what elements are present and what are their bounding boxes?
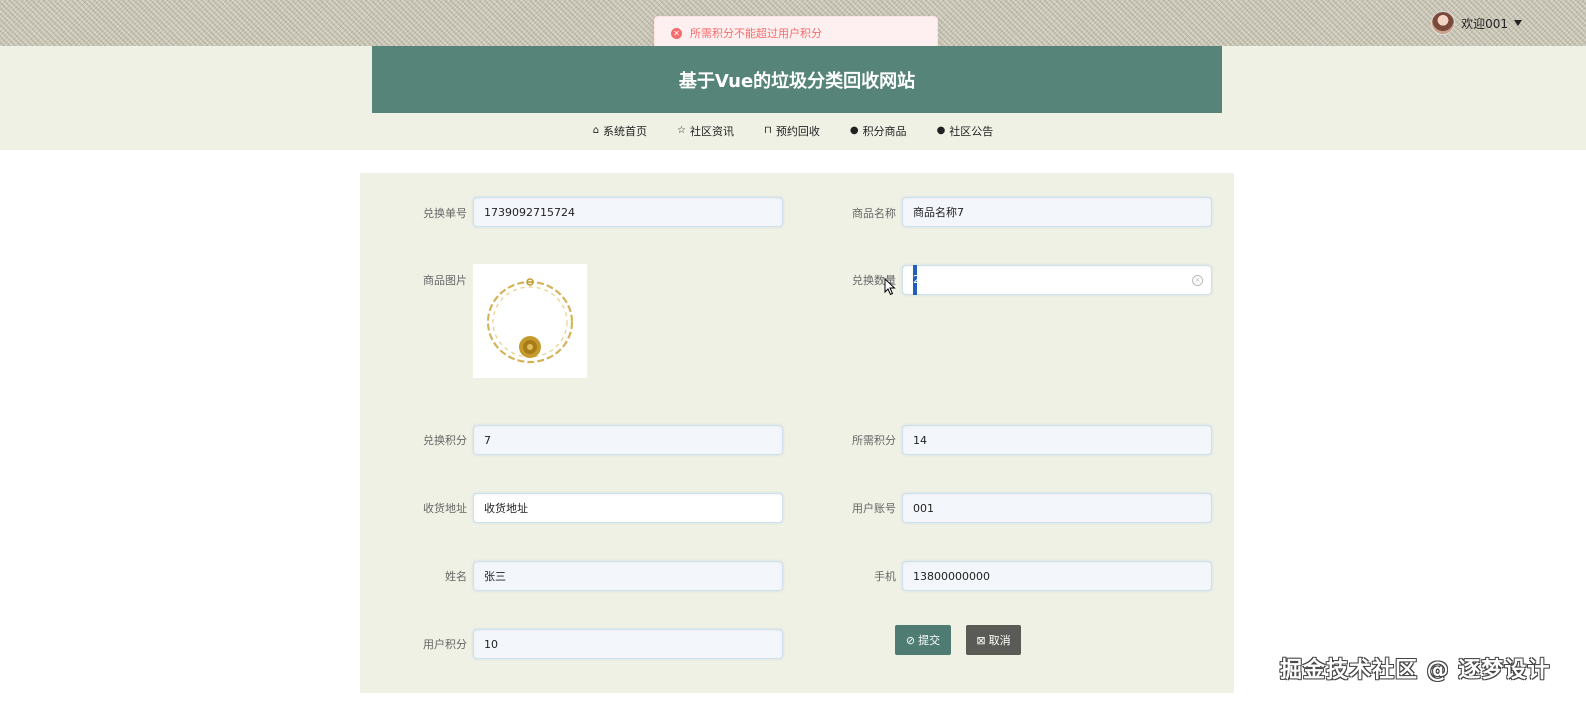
product-name-field[interactable]: 商品名称7 [902, 197, 1212, 227]
exchange-points-value: 7 [484, 433, 491, 447]
clear-icon[interactable]: × [1192, 275, 1203, 286]
user-points-label: 用户积分 [423, 638, 467, 651]
address-field[interactable]: 收货地址 [473, 493, 783, 523]
bag-icon: ⊓ [764, 125, 772, 136]
exchange-points-field[interactable]: 7 [473, 425, 783, 455]
nav-item-recycle[interactable]: ⊓ 预约回收 [764, 123, 820, 139]
account-value: 001 [913, 501, 934, 515]
star-icon: ☆ [677, 125, 687, 136]
nav-label: 社区资讯 [690, 125, 735, 138]
required-points-value: 14 [913, 433, 927, 447]
order-no-value: 1739092715724 [484, 205, 575, 219]
site-title: 基于Vue的垃圾分类回收网站 [678, 70, 916, 92]
bracelet-image [486, 278, 574, 364]
close-square-icon: ⊠ [976, 633, 986, 647]
phone-field[interactable]: 13800000000 [902, 561, 1212, 591]
nav-label: 预约回收 [775, 125, 820, 138]
mouse-pointer-icon [884, 278, 896, 296]
product-image-label: 商品图片 [423, 274, 467, 287]
account-label: 用户账号 [852, 502, 896, 515]
check-circle-icon: ⊘ [905, 633, 916, 647]
product-image [473, 264, 587, 378]
nav-label: 积分商品 [862, 125, 907, 138]
submit-label: 提交 [918, 634, 941, 647]
user-points-field[interactable]: 10 [473, 629, 783, 659]
product-name-label: 商品名称 [852, 207, 896, 220]
product-name-value: 商品名称7 [913, 206, 964, 219]
cancel-label: 取消 [988, 634, 1011, 647]
address-value: 收货地址 [484, 502, 528, 515]
site-title-block: 基于Vue的垃圾分类回收网站 [372, 46, 1222, 113]
name-field[interactable]: 张三 [473, 561, 783, 591]
nav-label: 系统首页 [603, 125, 648, 138]
watermark: 掘金技术社区 @ 逐梦设计 [1280, 658, 1551, 683]
info-icon: ● [849, 125, 859, 136]
cancel-button[interactable]: ⊠ 取消 [966, 625, 1021, 655]
nav-item-points-goods[interactable]: ● 积分商品 [850, 123, 907, 139]
user-points-value: 10 [484, 637, 498, 651]
account-field[interactable]: 001 [902, 493, 1212, 523]
nav-label: 社区公告 [949, 125, 994, 138]
quantity-value: 2 [913, 273, 920, 286]
phone-value: 13800000000 [913, 569, 990, 583]
name-label: 姓名 [445, 570, 467, 583]
name-value: 张三 [484, 570, 506, 583]
order-no-label: 兑换单号 [423, 207, 467, 220]
error-icon: ✕ [671, 27, 682, 39]
required-points-label: 所需积分 [852, 434, 896, 447]
phone-label: 手机 [874, 570, 896, 583]
error-toast: ✕ 所需积分不能超过用户积分 [654, 16, 938, 50]
quantity-field[interactable]: 2 × [902, 265, 1212, 295]
exchange-points-label: 兑换积分 [423, 434, 467, 447]
home-icon: ⌂ [592, 125, 600, 136]
avatar[interactable] [1431, 11, 1456, 35]
question-icon: ● [936, 125, 946, 136]
required-points-field[interactable]: 14 [902, 425, 1212, 455]
address-label: 收货地址 [423, 502, 467, 515]
submit-button[interactable]: ⊘ 提交 [895, 625, 951, 655]
toast-message: 所需积分不能超过用户积分 [690, 27, 822, 40]
nav-item-news[interactable]: ☆ 社区资讯 [677, 123, 734, 139]
nav-item-notice[interactable]: ● 社区公告 [937, 123, 994, 139]
order-no-field[interactable]: 1739092715724 [473, 197, 783, 227]
user-greeting[interactable]: 欢迎001 [1461, 15, 1508, 32]
main-nav: ⌂ 系统首页 ☆ 社区资讯 ⊓ 预约回收 ● 积分商品 ● 社区公告 [0, 113, 1586, 149]
nav-item-home[interactable]: ⌂ 系统首页 [593, 123, 647, 139]
chevron-down-icon[interactable] [1514, 20, 1522, 26]
user-menu[interactable]: 欢迎001 [1431, 11, 1522, 35]
